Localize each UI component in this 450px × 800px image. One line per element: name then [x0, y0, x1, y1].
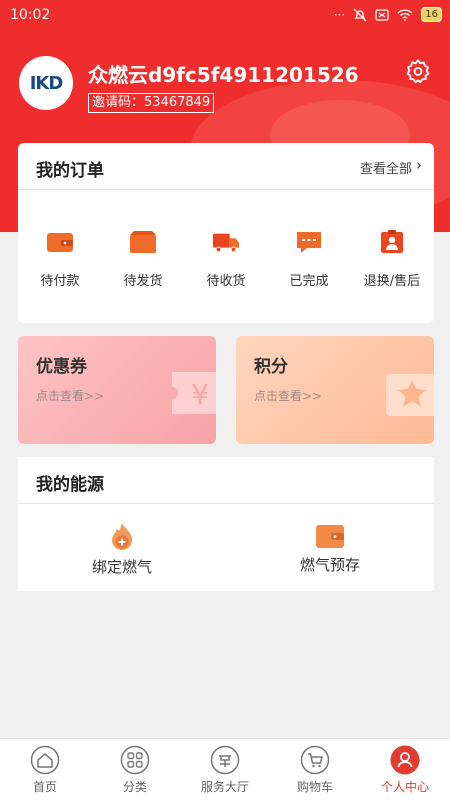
tab-home[interactable]: 首页	[10, 745, 80, 795]
coupon-title: 优惠券	[36, 357, 87, 377]
order-label: 已完成	[289, 274, 329, 289]
energy-title: 我的能源	[36, 475, 104, 495]
tab-cart[interactable]: 购物车	[280, 745, 350, 795]
order-label: 待发货	[123, 274, 163, 289]
points-view-link: 点击查看>>	[254, 389, 323, 403]
chevron-right-icon: ›	[416, 156, 422, 174]
avatar-logo-text: IKD	[29, 72, 64, 94]
tab-category[interactable]: 分类	[100, 745, 170, 795]
tab-profile[interactable]: 个人中心	[370, 745, 440, 795]
truck-icon	[212, 233, 240, 253]
bind-gas-button[interactable]: 绑定燃气	[62, 522, 182, 577]
category-icon	[120, 745, 150, 775]
coupon-view-link: 点击查看>>	[36, 389, 105, 403]
points-title: 积分	[254, 357, 288, 377]
gas-prepay-button[interactable]: 燃气预存	[270, 522, 390, 575]
service-icon	[381, 230, 403, 253]
svg-text:¥: ¥	[191, 378, 209, 411]
tab-label: 服务大厅	[200, 780, 249, 794]
order-pending-receipt[interactable]: 待收货	[184, 230, 268, 289]
tab-label: 首页	[32, 780, 57, 794]
tab-label: 个人中心	[380, 780, 429, 794]
battery-icon: 16	[421, 7, 442, 22]
avatar[interactable]: IKD	[19, 56, 73, 110]
view-all-orders-link[interactable]: 查看全部	[360, 158, 412, 177]
order-pending-payment[interactable]: 待付款	[18, 230, 102, 289]
status-icons: ··· 16	[334, 7, 442, 22]
order-pending-shipment[interactable]: 待发货	[101, 230, 185, 289]
order-completed[interactable]: 已完成	[267, 230, 351, 289]
status-dots: ···	[333, 7, 346, 22]
status-bar: 10:02 ··· 16	[0, 0, 450, 32]
bell-off-icon	[353, 8, 367, 21]
gear-icon[interactable]	[404, 58, 432, 86]
star-ticket-icon	[386, 374, 434, 416]
order-label: 待收货	[206, 274, 246, 289]
coupon-card[interactable]: 优惠券 点击查看>> ¥	[18, 336, 216, 444]
order-label: 待付款	[40, 274, 80, 289]
chat-icon	[297, 232, 321, 253]
order-label: 退换/售后	[363, 274, 421, 289]
tab-label: 分类	[122, 780, 147, 794]
points-card[interactable]: 积分 点击查看>>	[236, 336, 434, 444]
home-icon	[30, 745, 60, 775]
energy-divider	[18, 503, 434, 504]
tab-label: 购物车	[296, 780, 333, 794]
wallet-icon	[316, 525, 344, 548]
yen-ticket-icon: ¥	[172, 372, 216, 414]
energy-label: 燃气预存	[299, 556, 360, 574]
energy-label: 绑定燃气	[91, 558, 152, 576]
wifi-icon	[397, 8, 413, 21]
order-return-service[interactable]: 退换/售后	[350, 230, 434, 289]
box-icon	[130, 231, 156, 253]
sim-icon	[375, 8, 389, 21]
orders-title: 我的订单	[36, 161, 104, 181]
service-hall-icon	[210, 745, 240, 775]
tab-service-hall[interactable]: 服务大厅	[190, 745, 260, 795]
profile-icon	[390, 745, 420, 775]
orders-divider	[18, 189, 434, 190]
wallet-icon	[47, 233, 73, 252]
my-orders-card: 我的订单 查看全部 › 待付款 待发货 待收货 已完成 退换/售后	[18, 143, 434, 323]
bottom-tab-bar: 首页 分类 服务大厅 购物车 个人中心	[0, 738, 450, 800]
gas-flame-icon	[112, 523, 132, 550]
status-time: 10:02	[10, 7, 51, 23]
cart-icon	[300, 745, 330, 775]
username: 众燃云d9fc5f4911201526	[88, 63, 359, 87]
invite-code: 邀请码：53467849	[88, 93, 215, 113]
